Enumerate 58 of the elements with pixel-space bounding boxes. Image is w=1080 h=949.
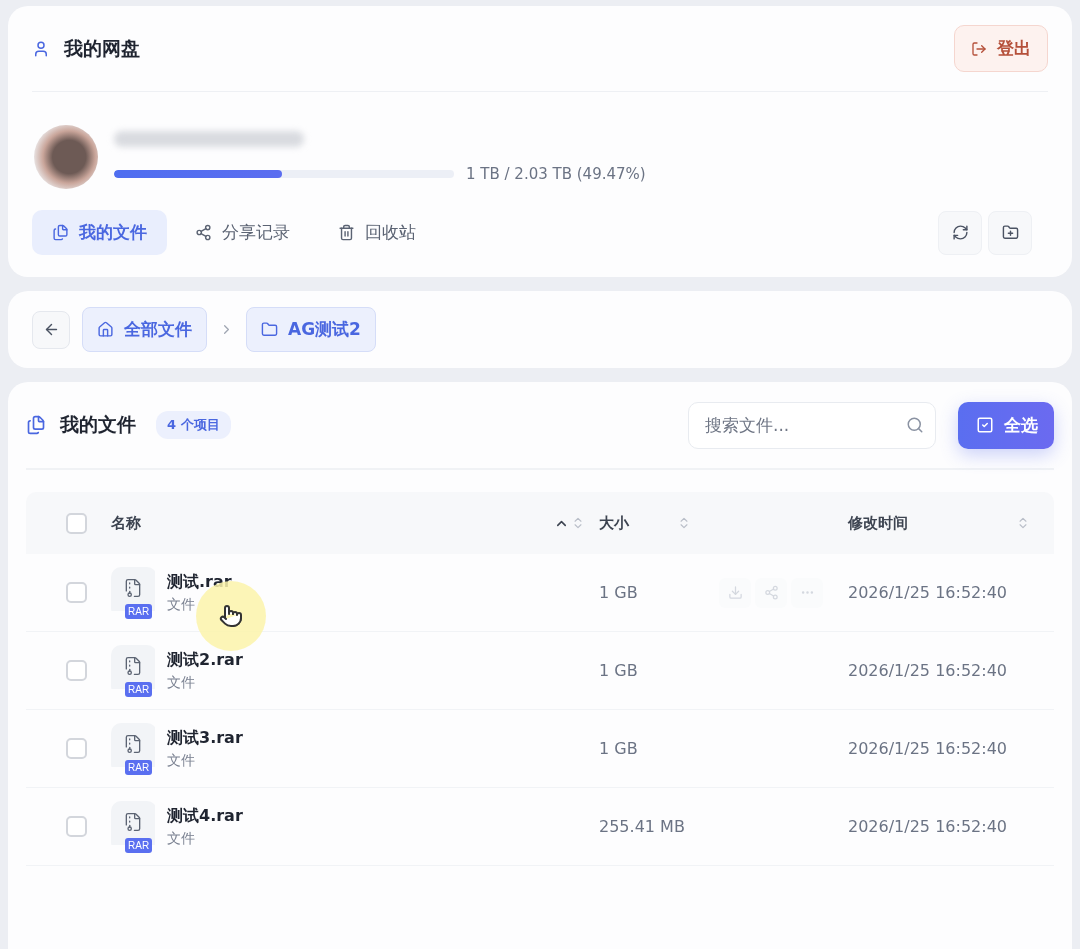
breadcrumb-item[interactable]: 全部文件 bbox=[82, 307, 207, 352]
file-size: 255.41 MB bbox=[599, 817, 686, 836]
section-title: 我的文件 bbox=[60, 412, 136, 437]
modified-time: 2026/1/25 16:52:40 bbox=[848, 817, 1008, 836]
archive-file-icon: RAR bbox=[111, 722, 157, 775]
file-type: 文件 bbox=[167, 751, 196, 770]
file-name[interactable]: 测试.rar bbox=[167, 571, 232, 593]
search-field[interactable]: 搜索文件... bbox=[688, 401, 936, 449]
hand-cursor-icon bbox=[219, 604, 243, 628]
download-icon bbox=[727, 585, 743, 600]
user-icon bbox=[32, 39, 50, 58]
file-size: 1 GB bbox=[599, 739, 639, 758]
logout-button[interactable]: 登出 bbox=[954, 25, 1048, 72]
logout-icon bbox=[971, 40, 987, 57]
modified-time: 2026/1/25 16:52:40 bbox=[848, 739, 1008, 758]
checkbox[interactable] bbox=[66, 738, 87, 759]
file-type: 文件 bbox=[167, 673, 196, 692]
back-button[interactable] bbox=[32, 310, 70, 349]
files-icon bbox=[26, 415, 46, 435]
item-count: 4 个项目 bbox=[156, 411, 231, 439]
column-header[interactable]: 名称 bbox=[111, 513, 141, 533]
files-icon bbox=[52, 224, 69, 241]
file-name[interactable]: 测试4.rar bbox=[167, 805, 243, 827]
column-header[interactable]: 修改时间 bbox=[848, 513, 908, 533]
modified-time: 2026/1/25 16:52:40 bbox=[848, 661, 1008, 680]
share-icon bbox=[195, 224, 212, 241]
file-type: 文件 bbox=[167, 829, 196, 848]
checkbox[interactable] bbox=[66, 816, 87, 837]
nav-tab[interactable]: 分享记录 bbox=[175, 210, 310, 255]
file-name[interactable]: 测试2.rar bbox=[167, 649, 243, 671]
file-type: 文件 bbox=[167, 595, 196, 614]
checkbox[interactable] bbox=[66, 512, 87, 534]
refresh-button[interactable] bbox=[938, 210, 982, 255]
archive-file-icon: RAR bbox=[111, 800, 157, 853]
checkbox[interactable] bbox=[66, 660, 87, 681]
quota-reading: 1 TB / 2.03 TB (49.47%) bbox=[466, 165, 646, 183]
new-folder-button[interactable] bbox=[988, 210, 1032, 255]
file-size: 1 GB bbox=[599, 661, 639, 680]
search-icon bbox=[906, 415, 924, 434]
trash-icon bbox=[338, 224, 355, 241]
archive-file-icon: RAR bbox=[111, 566, 157, 619]
folder-plus-icon bbox=[1001, 224, 1019, 241]
folder-icon bbox=[261, 321, 278, 338]
refresh-icon bbox=[951, 224, 969, 241]
modified-time: 2026/1/25 16:52:40 bbox=[848, 583, 1008, 602]
checkbox[interactable] bbox=[66, 582, 87, 603]
column-header[interactable]: 大小 bbox=[599, 513, 629, 533]
share-icon bbox=[763, 585, 779, 600]
checkbox-icon bbox=[976, 416, 994, 434]
nav-tab[interactable]: 回收站 bbox=[318, 210, 436, 255]
breadcrumb-item[interactable]: AG测试2 bbox=[246, 307, 376, 352]
home-icon bbox=[97, 321, 114, 338]
file-size: 1 GB bbox=[599, 583, 639, 602]
archive-file-icon: RAR bbox=[111, 644, 157, 697]
panel-title: 我的网盘 bbox=[64, 35, 140, 61]
file-name[interactable]: 测试3.rar bbox=[167, 727, 243, 749]
nav-tab[interactable]: 我的文件 bbox=[32, 210, 167, 255]
select-all-button[interactable]: 全选 bbox=[958, 401, 1054, 449]
